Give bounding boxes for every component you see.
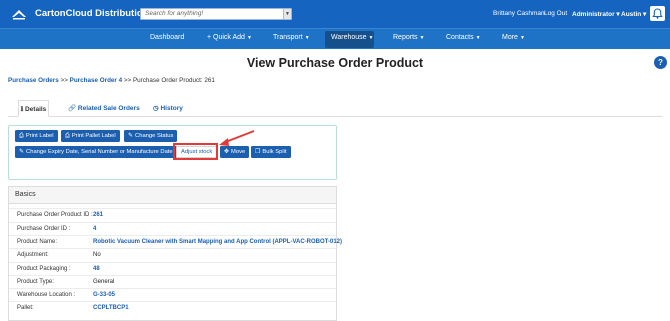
location-menu[interactable]: Austin ▾ (621, 10, 646, 18)
nav-warehouse-label: Warehouse (331, 34, 367, 41)
detail-row: Purchase Order ID : 4 (9, 222, 336, 235)
nav-reports-label: Reports (393, 34, 418, 41)
clock-icon: ◷ (153, 105, 159, 112)
nav-more-label: More (502, 34, 518, 41)
nav-quick-add-label: + Quick Add (207, 34, 245, 41)
tab-history[interactable]: ◷ History (153, 100, 183, 117)
breadcrumb: Purchase Orders >> Purchase Order 4 >> P… (8, 77, 215, 84)
help-icon[interactable]: ? (654, 56, 667, 69)
product-type-value: General (93, 279, 115, 285)
nav-contacts-label: Contacts (446, 34, 474, 41)
logout-link[interactable]: Log Out (544, 10, 567, 17)
location-label: Austin (621, 11, 642, 18)
chevron-down-icon: ▼ (246, 35, 252, 41)
breadcrumb-purchase-order[interactable]: Purchase Order 4 (70, 77, 123, 84)
info-icon: ℹ (20, 106, 24, 113)
print-label-text: Print Label (25, 133, 54, 139)
basics-title: Basics (15, 191, 36, 198)
nav-more[interactable]: More ▼ (502, 34, 525, 41)
pencil-icon: ✎ (19, 149, 25, 155)
detail-row: Product Type: General (9, 275, 336, 288)
role-menu[interactable]: Administrator ▾ (572, 10, 620, 18)
search-placeholder: Search for anything! (145, 10, 204, 17)
breadcrumb-separator: >> (123, 77, 132, 84)
pallet-link[interactable]: CCPLTBCP1 (93, 305, 129, 311)
detail-label: Product Name: (17, 239, 58, 245)
change-expiry-button[interactable]: ✎ Change Expiry Date, Serial Number or Ma… (15, 146, 177, 158)
nav-reports[interactable]: Reports ▼ (393, 34, 424, 41)
chevron-down-icon: ▼ (304, 35, 310, 41)
nav-warehouse[interactable]: Warehouse ▼ (331, 34, 374, 41)
detail-row: Pallet: CCPLTBCP1 (9, 301, 336, 314)
chevron-down-icon: ▼ (368, 35, 374, 41)
tab-history-label: History (160, 105, 183, 112)
detail-label: Purchase Order ID : (17, 226, 71, 232)
annotation-arrow-icon (219, 130, 255, 146)
chevron-down-icon: ▼ (519, 35, 525, 41)
print-pallet-label-text: Print Pallet Label (71, 133, 116, 139)
link-icon: 🔗 (68, 105, 77, 112)
purchase-order-id-link[interactable]: 4 (93, 226, 96, 232)
detail-label: Product Type: (17, 279, 54, 285)
page-title: View Purchase Order Product (246, 56, 424, 70)
nav-transport-label: Transport (273, 34, 303, 41)
notifications-button[interactable] (650, 6, 665, 21)
nav-contacts[interactable]: Contacts ▼ (446, 34, 481, 41)
brand-name: CartonCloud Distribution (35, 8, 149, 19)
adjustment-value: No (93, 252, 101, 258)
search-input[interactable]: Search for anything! ▼ (140, 8, 292, 20)
breadcrumb-separator: >> (60, 77, 68, 84)
detail-row: Warehouse Location : G-33-05 (9, 288, 336, 301)
change-status-button[interactable]: ✎ Change Status (124, 130, 178, 142)
detail-label: Purchase Order Product ID : (17, 212, 93, 218)
detail-label: Adjustment: (17, 252, 49, 258)
tab-details-label: Details (24, 106, 47, 113)
product-name-link[interactable]: Robotic Vacuum Cleaner with Smart Mappin… (93, 239, 342, 245)
detail-row: Adjustment: No (9, 248, 336, 261)
print-label-button[interactable]: ⎙ Print Label (15, 130, 58, 142)
basics-panel: Basics Purchase Order Product ID : 261 P… (8, 186, 342, 321)
product-packaging-link[interactable]: 48 (93, 266, 100, 272)
chevron-down-icon: ▼ (475, 35, 481, 41)
detail-label: Product Packaging : (17, 266, 71, 272)
basics-header: Basics (9, 187, 336, 204)
chevron-down-icon: ▼ (419, 35, 425, 41)
change-status-text: Change Status (135, 133, 174, 139)
detail-label: Pallet: (17, 305, 34, 311)
detail-row: Purchase Order Product ID : 261 (9, 208, 336, 221)
user-name[interactable]: Brittany Cashman (493, 10, 545, 17)
top-bar: CartonCloud Distribution ▼ Search for any… (0, 0, 670, 28)
detail-row: Product Name: Robotic Vacuum Cleaner wit… (9, 235, 342, 248)
printer-icon: ⎙ (19, 133, 24, 139)
change-expiry-text: Change Expiry Date, Serial Number or Man… (26, 149, 173, 155)
tab-related-sale-orders[interactable]: 🔗 Related Sale Orders (68, 100, 140, 117)
nav-transport[interactable]: Transport ▼ (273, 34, 310, 41)
nav-quick-add[interactable]: + Quick Add ▼ (207, 34, 252, 41)
bulk-split-text: Bulk Split (262, 149, 287, 155)
breadcrumb-current: Purchase Order Product: 261 (132, 77, 215, 84)
purchase-order-product-id-link[interactable]: 261 (93, 212, 103, 218)
print-pallet-label-button[interactable]: ⎙ Print Pallet Label (61, 130, 120, 142)
printer-icon: ⎙ (65, 133, 70, 139)
nav-dashboard[interactable]: Dashboard (150, 34, 184, 41)
detail-row: Product Packaging : 48 (9, 262, 336, 275)
breadcrumb-purchase-orders[interactable]: Purchase Orders (8, 77, 59, 84)
role-label: Administrator (572, 11, 615, 18)
cartoncloud-logo-icon[interactable] (10, 6, 28, 22)
warehouse-location-link[interactable]: G-33-05 (93, 292, 115, 298)
search-dropdown-icon[interactable]: ▼ (283, 9, 291, 19)
bell-icon (652, 8, 663, 19)
pencil-icon: ✎ (128, 133, 134, 139)
tab-details[interactable]: ℹ Details (18, 100, 49, 117)
detail-label: Warehouse Location : (17, 292, 76, 298)
tab-related-sale-orders-label: Related Sale Orders (77, 105, 140, 112)
main-nav: Dashboard + Quick Add ▼ Transport ▼ Wareho… (0, 28, 670, 49)
